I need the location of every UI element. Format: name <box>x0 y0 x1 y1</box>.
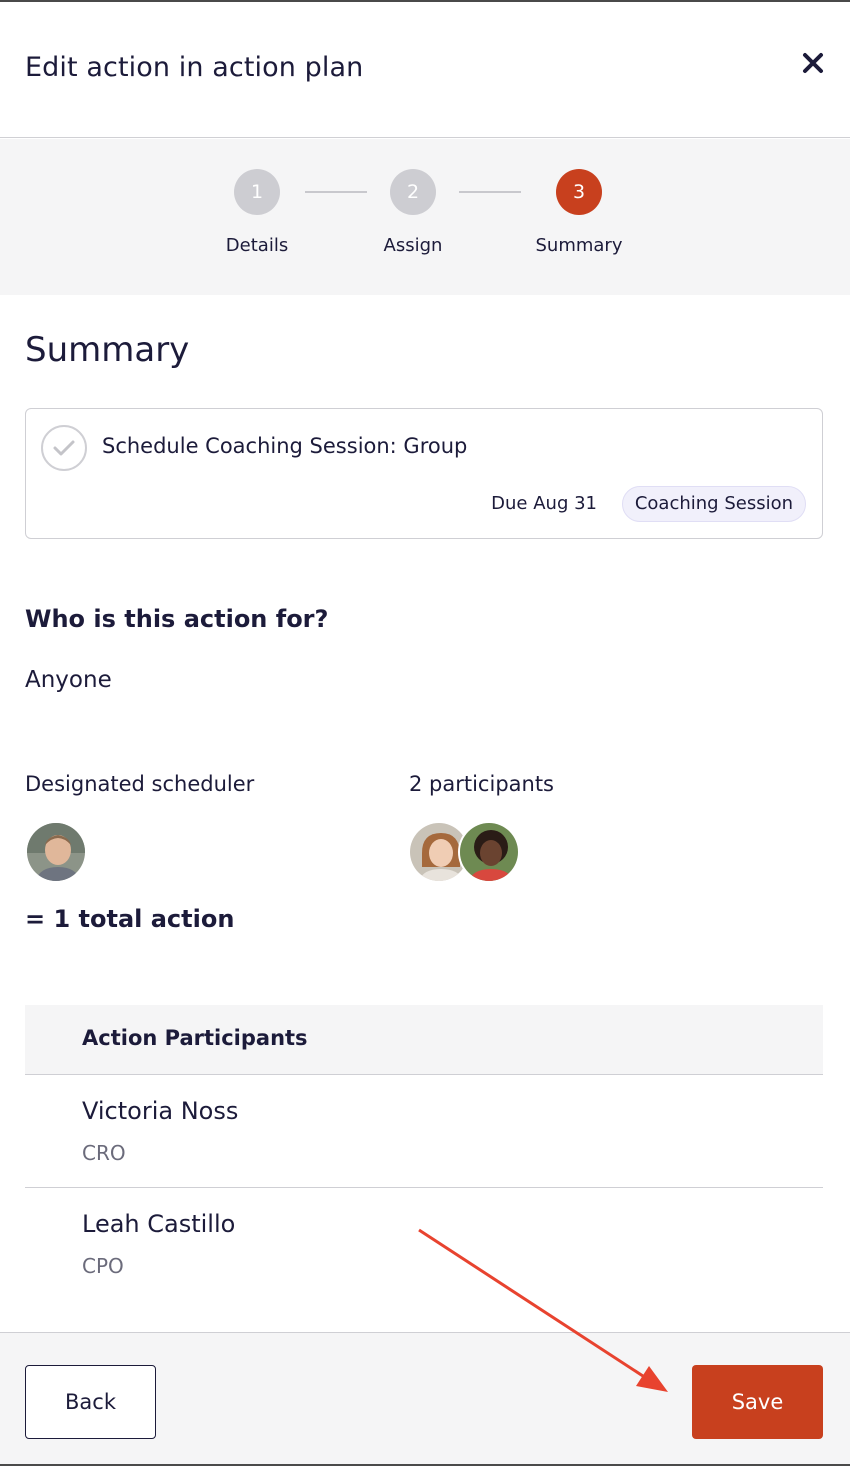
table-row: Victoria Noss CRO <box>25 1075 823 1188</box>
audience-heading: Who is this action for? <box>25 605 329 633</box>
action-type-badge: Coaching Session <box>621 486 806 522</box>
step-label: Summary <box>535 235 623 256</box>
table-row: Leah Castillo CPO <box>25 1188 823 1301</box>
column-header: Action Participants <box>82 1026 308 1050</box>
total-actions: = 1 total action <box>25 905 235 933</box>
scheduler-avatar <box>25 821 87 883</box>
back-button[interactable]: Back <box>25 1365 156 1439</box>
participant-name: Leah Castillo <box>82 1210 236 1238</box>
step-label: Assign <box>383 235 443 256</box>
close-icon <box>803 53 823 73</box>
table-header: Action Participants <box>25 1005 823 1075</box>
step-number: 2 <box>390 169 436 215</box>
step-assign[interactable]: 2 Assign <box>353 169 473 256</box>
save-button[interactable]: Save <box>692 1365 823 1439</box>
progress-stepper: 1 Details 2 Assign 3 Summary <box>0 139 850 295</box>
participant-role: CRO <box>82 1141 126 1165</box>
action-card: Schedule Coaching Session: Group Due Aug… <box>25 408 823 539</box>
modal-title: Edit action in action plan <box>25 52 364 83</box>
close-button[interactable] <box>796 46 830 80</box>
step-summary[interactable]: 3 Summary <box>519 169 639 256</box>
participant-role: CPO <box>82 1254 124 1278</box>
scheduler-label: Designated scheduler <box>25 772 255 796</box>
step-details[interactable]: 1 Details <box>197 169 317 256</box>
modal-footer: Back Save <box>0 1332 850 1464</box>
participant-name: Victoria Noss <box>82 1097 239 1125</box>
checkmark-icon[interactable] <box>41 425 87 471</box>
step-label: Details <box>225 235 289 256</box>
step-number: 1 <box>234 169 280 215</box>
audience-value: Anyone <box>25 667 112 693</box>
check-glyph <box>53 440 75 456</box>
participants-label: 2 participants <box>409 772 555 796</box>
step-number: 3 <box>556 169 602 215</box>
modal-header: Edit action in action plan <box>0 2 850 138</box>
section-title: Summary <box>25 330 190 370</box>
participant-avatar <box>458 821 520 883</box>
due-date: Due Aug 31 <box>491 493 597 514</box>
action-title: Schedule Coaching Session: Group <box>102 434 468 458</box>
